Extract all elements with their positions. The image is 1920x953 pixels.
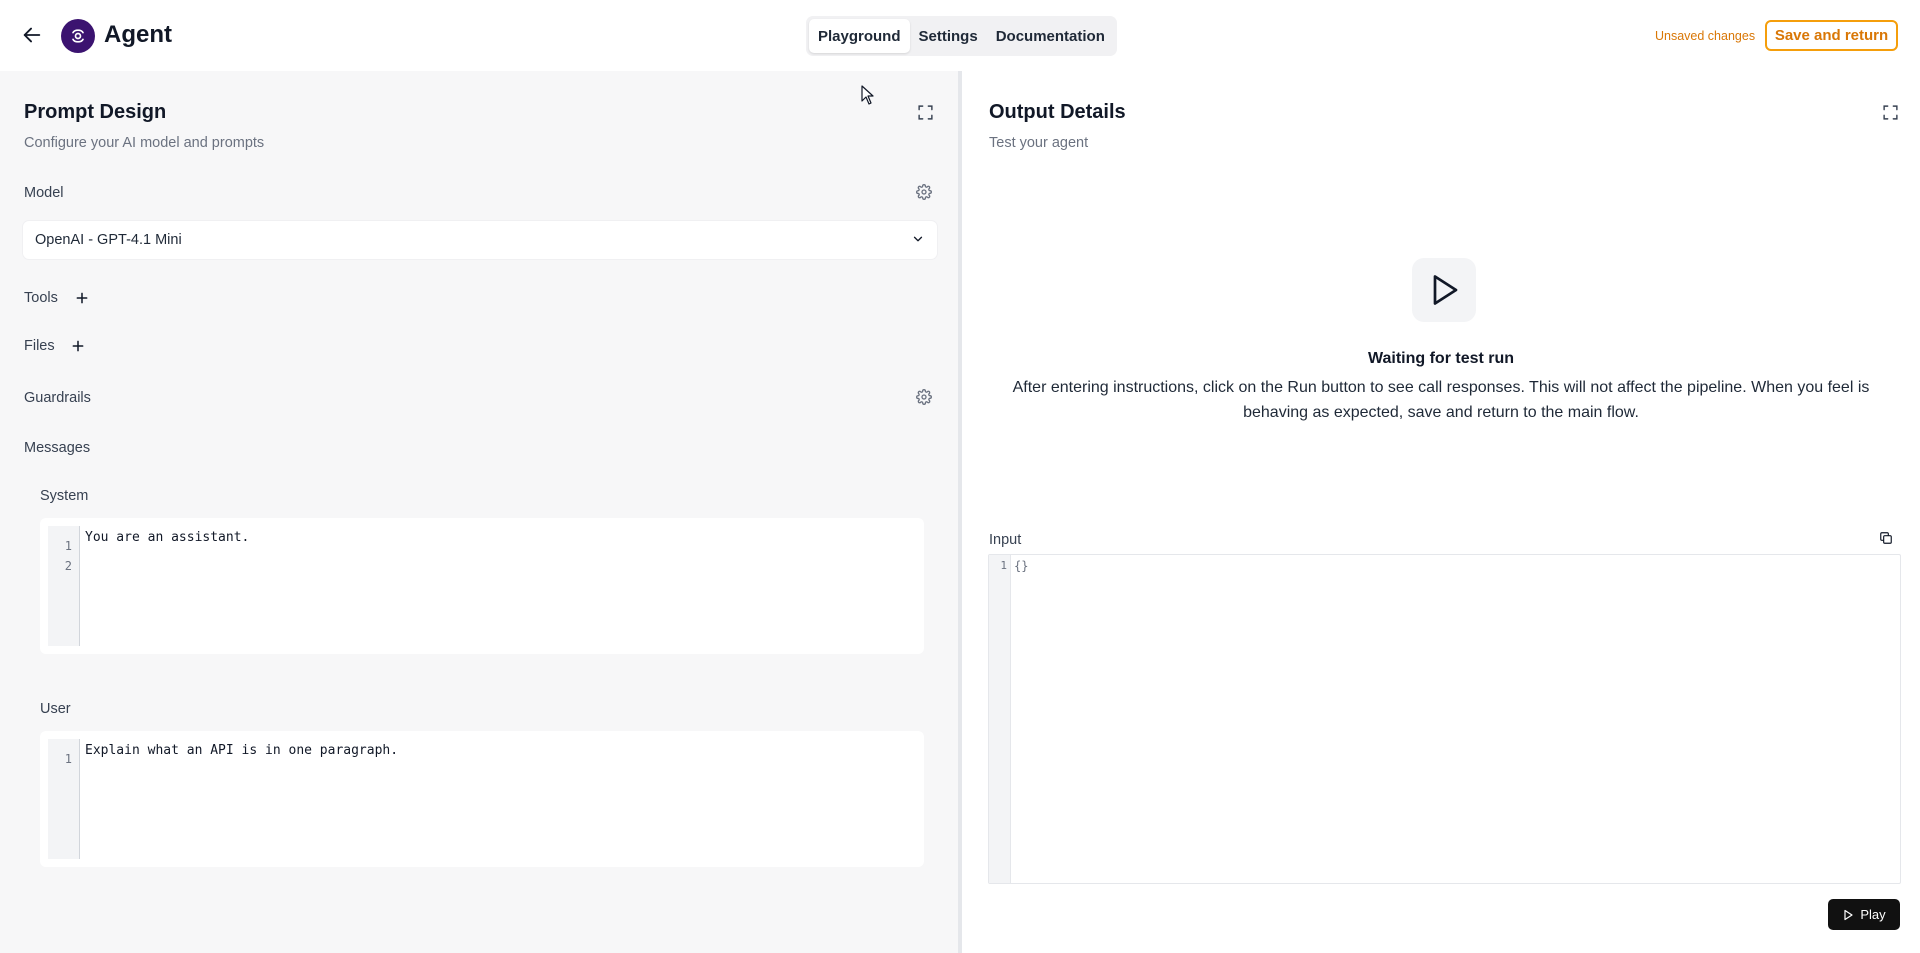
unsaved-changes-text: Unsaved changes: [1655, 29, 1756, 43]
output-details-subtitle: Test your agent: [989, 135, 1089, 151]
tab-settings[interactable]: Settings: [910, 19, 987, 53]
tools-label: Tools: [24, 290, 58, 306]
input-label: Input: [989, 532, 1022, 548]
prompt-design-subtitle: Configure your AI model and prompts: [24, 135, 265, 151]
play-button-label: Play: [1860, 907, 1886, 922]
code-line: You are an assistant.: [85, 530, 250, 545]
line-number-gutter: 1 2: [48, 526, 80, 646]
line-number: 1: [1000, 559, 1007, 572]
back-button[interactable]: [18, 21, 46, 49]
tab-documentation[interactable]: Documentation: [987, 19, 1114, 53]
line-number-gutter: 1: [48, 739, 80, 859]
play-icon: [1844, 909, 1853, 920]
run-placeholder-play-icon: [1412, 258, 1476, 322]
line-number-gutter: 1: [989, 555, 1011, 883]
app-title: Agent: [104, 21, 172, 48]
model-select[interactable]: OpenAI - GPT-4.1 Mini: [23, 221, 937, 259]
waiting-description: After entering instructions, click on th…: [1012, 379, 1870, 421]
expand-icon[interactable]: [1880, 102, 1900, 122]
user-message-label: User: [40, 701, 71, 717]
chevron-down-icon: [911, 232, 925, 250]
prompt-design-title: Prompt Design: [24, 101, 167, 123]
system-message-label: System: [40, 488, 89, 504]
line-number: 2: [64, 559, 72, 573]
tab-bar: Playground Settings Documentation: [806, 16, 1117, 56]
output-details-title: Output Details: [989, 101, 1126, 123]
mouse-cursor-icon: [861, 85, 875, 110]
line-number: 1: [64, 752, 72, 766]
arrow-left-icon: [23, 27, 41, 43]
top-header: Agent Playground Settings Documentation …: [0, 0, 1920, 71]
copy-icon[interactable]: [1877, 529, 1895, 547]
input-json-editor[interactable]: 1 {}: [988, 554, 1901, 884]
input-json-value: {}: [1014, 559, 1029, 573]
save-and-return-button[interactable]: Save and return: [1765, 20, 1898, 51]
play-button[interactable]: Play: [1828, 899, 1900, 930]
expand-icon[interactable]: [915, 102, 935, 122]
add-tool-plus-icon[interactable]: [73, 289, 91, 307]
guardrails-gear-icon[interactable]: [914, 387, 934, 407]
code-line: Explain what an API is in one paragraph.: [85, 743, 399, 758]
guardrails-label: Guardrails: [24, 390, 91, 406]
app-logo: [61, 19, 95, 53]
swirl-logo-icon: [72, 29, 84, 43]
user-message-editor[interactable]: 1 Explain what an API is in one paragrap…: [40, 731, 924, 867]
model-settings-gear-icon[interactable]: [914, 182, 934, 202]
add-file-plus-icon[interactable]: [69, 337, 87, 355]
files-label: Files: [24, 338, 55, 354]
messages-label: Messages: [24, 440, 91, 456]
waiting-title: Waiting for test run: [1367, 350, 1515, 367]
line-number: 1: [64, 539, 72, 553]
model-label: Model: [24, 185, 64, 201]
tab-playground[interactable]: Playground: [809, 19, 910, 53]
system-message-editor[interactable]: 1 2 You are an assistant.: [40, 518, 924, 654]
model-select-value: OpenAI - GPT-4.1 Mini: [35, 232, 182, 248]
